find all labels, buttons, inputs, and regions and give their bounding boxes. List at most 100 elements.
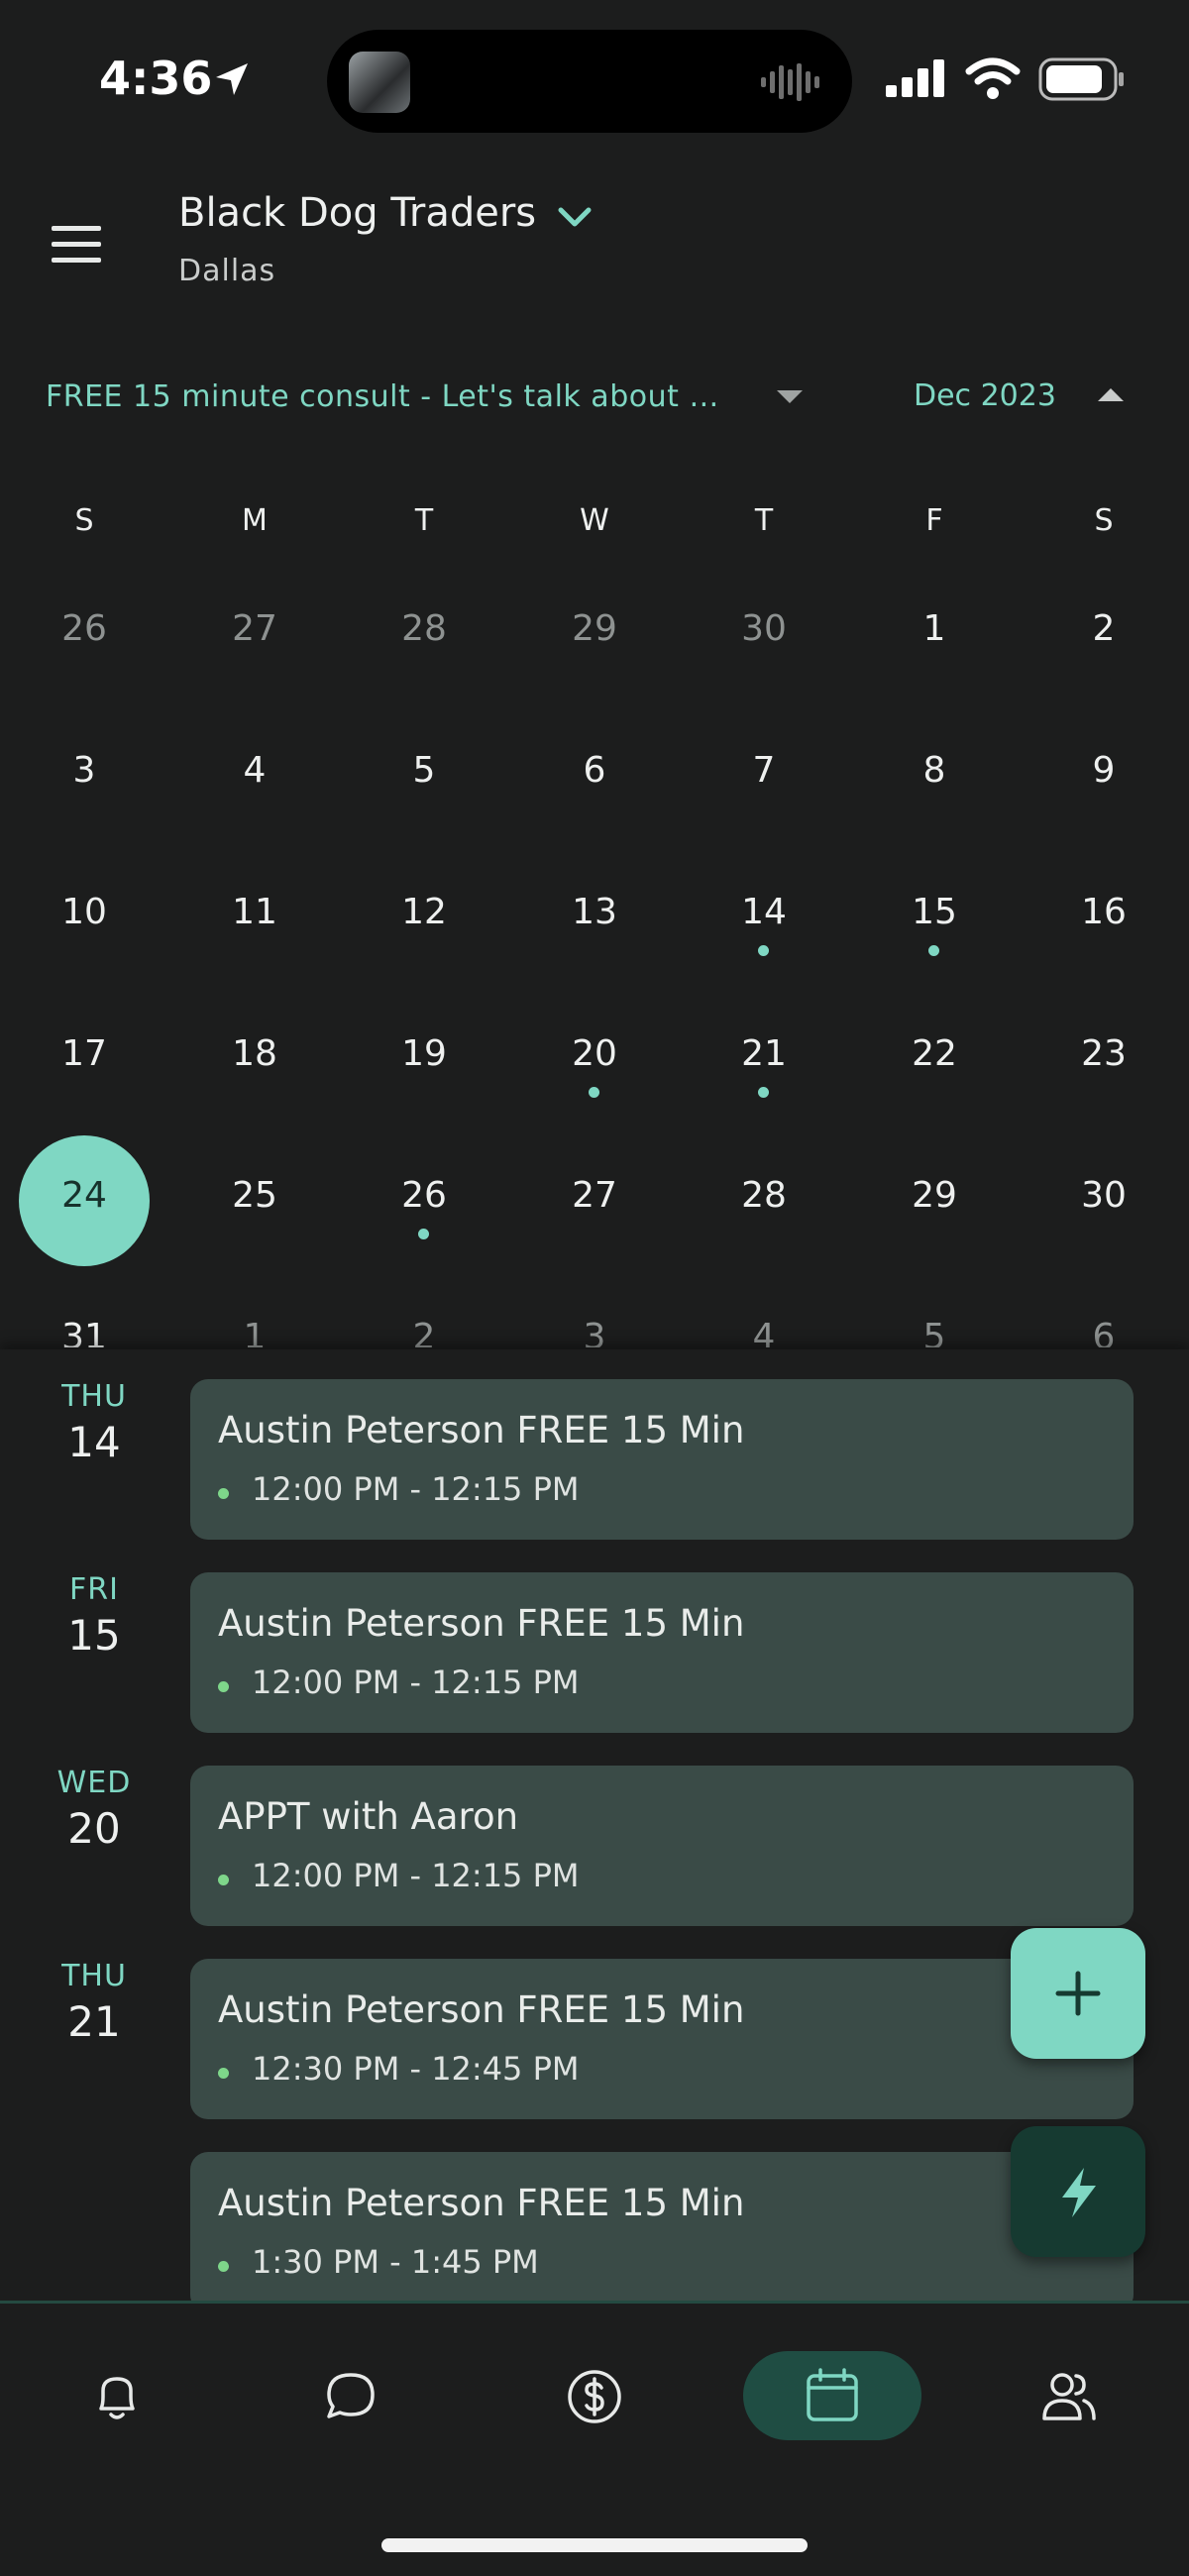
calendar-day[interactable]: 1	[865, 565, 1004, 703]
calendar-day[interactable]: 26	[15, 565, 154, 703]
calendar-day[interactable]: 29	[865, 1131, 1004, 1270]
calendar-day[interactable]: 19	[355, 990, 493, 1128]
weekday-header: T	[414, 503, 434, 538]
calendar-day[interactable]: 31	[15, 1273, 154, 1347]
calendar-day[interactable]: 3	[525, 1273, 664, 1347]
calendar-day[interactable]: 1	[185, 1273, 324, 1347]
calendar-day[interactable]: 15	[865, 848, 1004, 987]
calendar-day[interactable]: 6	[1034, 1273, 1173, 1347]
calendar-day[interactable]: 26	[355, 1131, 493, 1270]
weekday-header: T	[754, 503, 774, 538]
event-card[interactable]: Austin Peterson FREE 15 Min 12:30 PM - 12…	[190, 1959, 1134, 2119]
calendar-day[interactable]: 14	[695, 848, 833, 987]
calendar-day-number: 14	[741, 892, 787, 932]
nav-contacts[interactable]	[1019, 2347, 1118, 2446]
event-card[interactable]: Austin Peterson FREE 15 Min 12:00 PM - 12…	[190, 1379, 1134, 1540]
hamburger-menu-icon[interactable]	[42, 220, 111, 269]
calendar-day[interactable]: 7	[695, 706, 833, 845]
calendar-day[interactable]: 16	[1034, 848, 1173, 987]
home-indicator[interactable]	[381, 2538, 808, 2552]
event-indicator-dot	[589, 1087, 599, 1098]
agenda-day-number: 21	[67, 1997, 121, 2046]
calendar-day[interactable]: 27	[185, 565, 324, 703]
event-status-dot	[218, 1875, 229, 1885]
collapse-caret-icon[interactable]	[1098, 388, 1124, 401]
calendar-day-number: 21	[741, 1033, 787, 1074]
calendar-day[interactable]: 12	[355, 848, 493, 987]
event-status-dot	[218, 2261, 229, 2272]
calendar-day[interactable]: 25	[185, 1131, 324, 1270]
dropdown-caret-icon[interactable]	[777, 390, 803, 403]
agenda-day-number: 14	[67, 1418, 121, 1466]
location-arrow-icon	[216, 63, 248, 95]
calendar-day-number: 5	[922, 1317, 946, 1347]
calendar-day[interactable]: 9	[1034, 706, 1173, 845]
battery-icon	[1038, 57, 1124, 101]
calendar-day-number: 17	[61, 1033, 107, 1074]
calendar-day[interactable]: 21	[695, 990, 833, 1128]
nav-messages[interactable]	[301, 2347, 400, 2446]
nav-notifications[interactable]	[67, 2347, 166, 2446]
calendar-day[interactable]: 30	[1034, 1131, 1173, 1270]
service-dropdown[interactable]: FREE 15 minute consult - Let's talk abou…	[46, 367, 719, 426]
calendar-day[interactable]: 10	[15, 848, 154, 987]
event-title: APPT with Aaron	[218, 1795, 519, 1838]
nav-calendar[interactable]	[743, 2351, 921, 2440]
calendar-day[interactable]: 2	[355, 1273, 493, 1347]
nav-payments[interactable]	[545, 2347, 644, 2446]
app-header: Black Dog Traders Dallas	[0, 168, 1189, 317]
event-card[interactable]: Austin Peterson FREE 15 Min 1:30 PM - 1:4…	[190, 2152, 1134, 2301]
calendar-day[interactable]: 6	[525, 706, 664, 845]
calendar-icon	[807, 2368, 858, 2421]
calendar-week-row: 26 27 28 29 30 1 2	[0, 565, 1189, 706]
calendar-day[interactable]: 8	[865, 706, 1004, 845]
lightning-bolt-icon	[1062, 2168, 1096, 2217]
calendar-day[interactable]: 27	[525, 1131, 664, 1270]
calendar-day[interactable]: 28	[695, 1131, 833, 1270]
event-card[interactable]: Austin Peterson FREE 15 Min 12:00 PM - 12…	[190, 1572, 1134, 1733]
calendar-day-number: 25	[232, 1175, 277, 1216]
calendar-day[interactable]: 28	[355, 565, 493, 703]
calendar-day-number: 2	[1092, 608, 1116, 649]
calendar-day[interactable]: 13	[525, 848, 664, 987]
calendar-day-number: 8	[922, 750, 946, 791]
calendar-day-number: 31	[61, 1317, 107, 1347]
calendar-day-number: 7	[752, 750, 776, 791]
event-indicator-dot	[928, 945, 939, 956]
calendar-day[interactable]: 18	[185, 990, 324, 1128]
calendar-day-number: 28	[401, 608, 447, 649]
agenda-weekday: THU	[61, 1379, 127, 1414]
calendar-day[interactable]: 23	[1034, 990, 1173, 1128]
add-appointment-button[interactable]	[1011, 1928, 1145, 2059]
business-location: Dallas	[178, 254, 276, 288]
calendar-day[interactable]: 22	[865, 990, 1004, 1128]
calendar-day[interactable]: 4	[695, 1273, 833, 1347]
month-selector[interactable]: Dec 2023	[914, 378, 1056, 413]
event-indicator-dot	[418, 1229, 429, 1239]
event-title: Austin Peterson FREE 15 Min	[218, 1602, 745, 1645]
calendar-day[interactable]: 29	[525, 565, 664, 703]
chevron-down-icon[interactable]	[557, 202, 593, 232]
calendar-day[interactable]: 3	[15, 706, 154, 845]
calendar-day[interactable]: 20	[525, 990, 664, 1128]
event-card[interactable]: APPT with Aaron 12:00 PM - 12:15 PM	[190, 1766, 1134, 1926]
agenda-item: THU 14 Austin Peterson FREE 15 Min 12:00 PM…	[0, 1379, 1189, 1540]
calendar-day[interactable]: 5	[355, 706, 493, 845]
calendar-day[interactable]: 11	[185, 848, 324, 987]
agenda-date	[30, 2152, 159, 2156]
calendar-day-selected[interactable]: 24	[15, 1131, 154, 1270]
dynamic-island	[327, 30, 852, 133]
weekday-header: F	[925, 503, 943, 538]
calendar-day[interactable]: 2	[1034, 565, 1173, 703]
calendar-day-number: 20	[572, 1033, 617, 1074]
calendar-day[interactable]: 17	[15, 990, 154, 1128]
business-name[interactable]: Black Dog Traders	[178, 190, 536, 236]
calendar-day-number: 10	[61, 892, 107, 932]
calendar-day[interactable]: 30	[695, 565, 833, 703]
quick-action-button[interactable]	[1011, 2126, 1145, 2257]
calendar-week-row: 24 25 26 27 28 29 30	[0, 1131, 1189, 1273]
calendar-day[interactable]: 4	[185, 706, 324, 845]
calendar-week-row: 10 11 12 13 14 15 16	[0, 848, 1189, 990]
calendar-day[interactable]: 5	[865, 1273, 1004, 1347]
weekday-header-row: SMTWTFS	[0, 503, 1189, 553]
